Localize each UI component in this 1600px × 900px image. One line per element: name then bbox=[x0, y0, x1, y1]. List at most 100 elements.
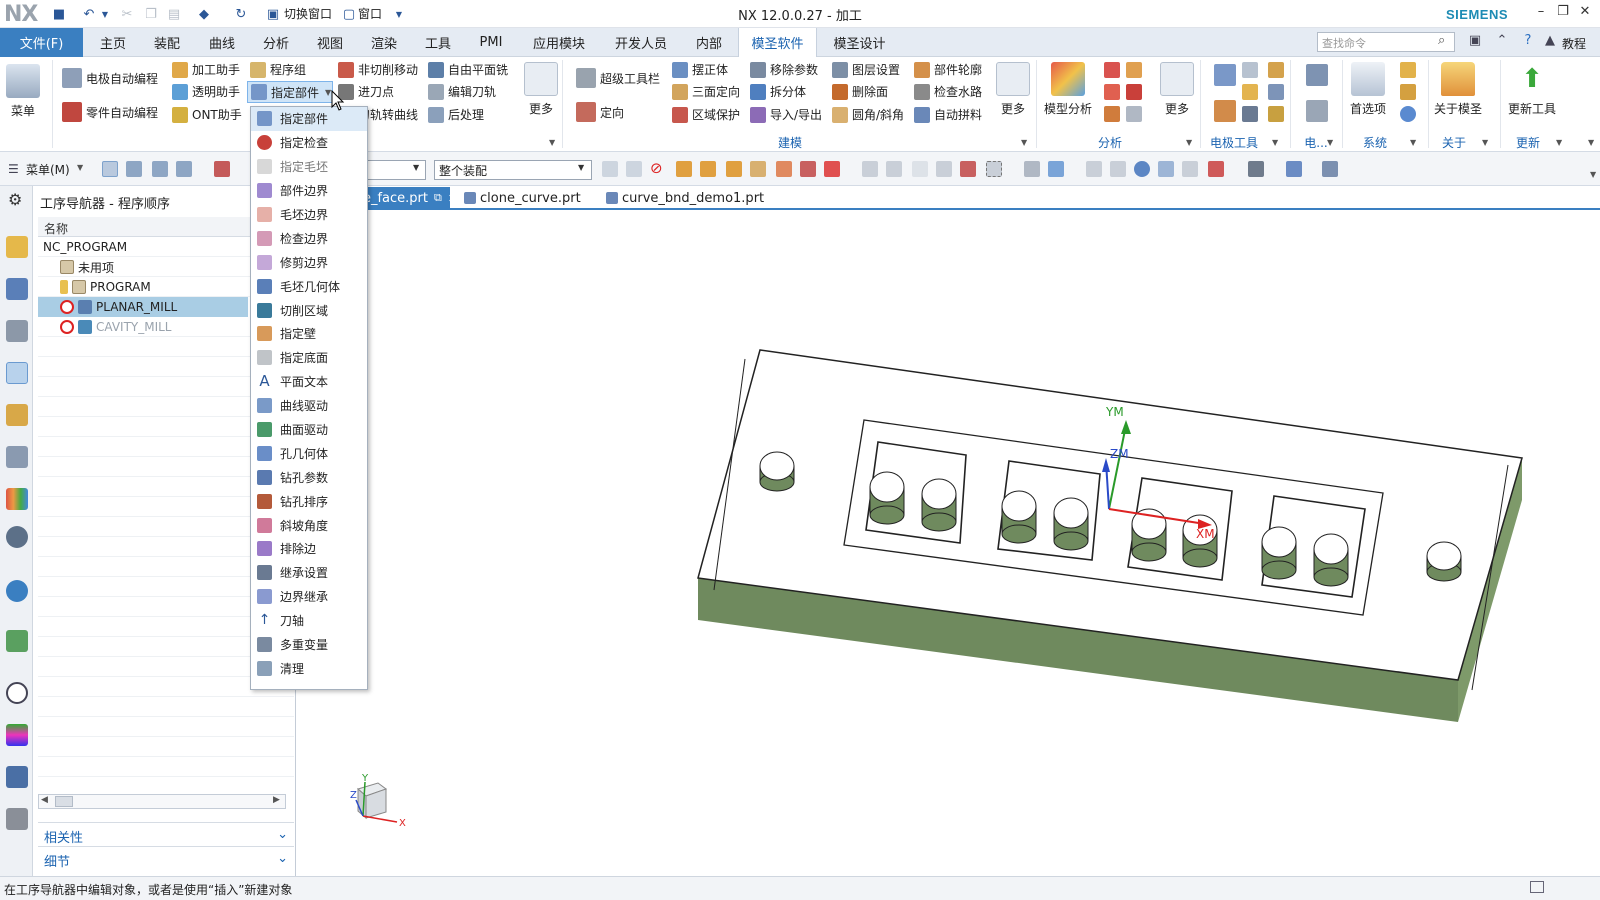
part-outline-button[interactable]: 部件轮廓 bbox=[914, 61, 982, 78]
file-menu[interactable]: 文件(F) bbox=[0, 28, 83, 57]
tree-row-cavity-mill[interactable]: CAVITY_MILL bbox=[38, 317, 248, 337]
electrode-tool-icon[interactable] bbox=[1242, 106, 1258, 122]
switch-window-button[interactable]: 切换窗口 bbox=[284, 5, 332, 22]
tree-row-nc-program[interactable]: NC_PROGRAM bbox=[38, 237, 248, 257]
group-dropdown-icon[interactable]: ▼ bbox=[1021, 138, 1027, 147]
scroll-left-icon[interactable]: ◀ bbox=[41, 795, 48, 805]
snap-point-icon[interactable] bbox=[912, 161, 928, 177]
more-button-1[interactable]: 更多 bbox=[524, 62, 558, 117]
menu-item-blank-boundary[interactable]: 毛坯边界 bbox=[251, 203, 367, 227]
view-tool-icon[interactable] bbox=[1322, 161, 1338, 177]
snap-point-icon[interactable] bbox=[676, 161, 692, 177]
tab-assembly[interactable]: 装配 bbox=[141, 28, 193, 57]
undo-dropdown-icon[interactable]: ▼ bbox=[96, 5, 114, 23]
menu-item-specify-blank[interactable]: 指定毛坯 bbox=[251, 155, 367, 179]
super-toolbar-button[interactable]: 超级工具栏 bbox=[576, 68, 660, 88]
view-tool-icon[interactable] bbox=[1024, 161, 1040, 177]
electrode-tool-icon[interactable] bbox=[1214, 100, 1236, 122]
preferences-button[interactable]: 首选项 bbox=[1350, 62, 1386, 117]
graphics-viewport[interactable]: YM ZM XM X Y Z bbox=[297, 212, 1600, 876]
paste-icon[interactable]: ▤ bbox=[165, 5, 183, 23]
select-mode-icon[interactable] bbox=[126, 161, 142, 177]
tab-view[interactable]: 视图 bbox=[304, 28, 356, 57]
role-icon[interactable] bbox=[6, 724, 28, 746]
command-search-input[interactable]: 查找命令 bbox=[1317, 32, 1455, 52]
menu-item-drill-sequence[interactable]: 钻孔排序 bbox=[251, 489, 367, 513]
scope-dropdown-icon[interactable]: ▼ bbox=[578, 163, 584, 172]
more-button-2[interactable]: 更多 bbox=[996, 62, 1030, 117]
tutorial-label[interactable]: 教程 bbox=[1562, 35, 1586, 52]
switch-window-icon[interactable]: ▣ bbox=[264, 5, 282, 23]
toolbar-options-icon[interactable]: ▼ bbox=[1590, 170, 1596, 179]
menu-item-curve-drive[interactable]: 曲线驱动 bbox=[251, 394, 367, 418]
view-tool-icon[interactable] bbox=[1086, 161, 1102, 177]
orient-button[interactable]: 定向 bbox=[576, 102, 624, 122]
rotate-icon[interactable] bbox=[1134, 161, 1150, 177]
toolbar-menu-button[interactable]: 菜单(M) bbox=[26, 161, 70, 178]
menu-big-button[interactable]: 菜单 bbox=[6, 64, 40, 119]
menu-item-tool-axis[interactable]: ↑ 刀轴 bbox=[251, 609, 367, 633]
electrode-tool-icon[interactable] bbox=[1268, 62, 1284, 78]
three-face-orient-button[interactable]: 三面定向 bbox=[672, 83, 740, 100]
menu-item-hole-geometry[interactable]: 孔几何体 bbox=[251, 441, 367, 465]
select-mode-icon[interactable] bbox=[152, 161, 168, 177]
auto-stock-button[interactable]: 自动拼料 bbox=[914, 106, 982, 123]
snap-point-icon[interactable] bbox=[776, 161, 792, 177]
view-tool-icon[interactable] bbox=[1048, 161, 1064, 177]
view-tool-icon[interactable] bbox=[1248, 161, 1264, 177]
tab-application[interactable]: 应用模块 bbox=[524, 28, 594, 57]
region-protect-button[interactable]: 区域保护 bbox=[672, 106, 740, 123]
restore-icon[interactable]: ❐ bbox=[1552, 4, 1574, 24]
filter-tool-icon[interactable] bbox=[602, 161, 618, 177]
web-browser-icon[interactable] bbox=[6, 630, 28, 652]
tutorial-icon[interactable]: ▲ bbox=[1541, 33, 1559, 51]
menu-item-check-boundary[interactable]: 检查边界 bbox=[251, 226, 367, 250]
menu-item-multi-variable[interactable]: 多重变量 bbox=[251, 633, 367, 657]
tab-developer[interactable]: 开发人员 bbox=[606, 28, 676, 57]
fullscreen-icon[interactable] bbox=[1530, 881, 1544, 893]
doc-tab-curve-bnd-demo1[interactable]: curve_bnd_demo1.prt bbox=[600, 187, 770, 209]
menu-item-specify-part[interactable]: 指定部件 bbox=[251, 107, 367, 131]
tab-tools[interactable]: 工具 bbox=[412, 28, 464, 57]
info-icon[interactable] bbox=[6, 580, 28, 602]
horizontal-scrollbar[interactable]: ◀ ▶ bbox=[38, 794, 286, 809]
electrode-tool-icon[interactable] bbox=[1242, 84, 1258, 100]
assembly-navigator-icon[interactable] bbox=[6, 278, 28, 300]
electrode-tool-icon[interactable] bbox=[1268, 84, 1284, 100]
menu-item-part-boundary[interactable]: 部件边界 bbox=[251, 179, 367, 203]
group-dropdown-icon[interactable]: ▼ bbox=[1272, 138, 1278, 147]
view-tool-icon[interactable] bbox=[1158, 161, 1174, 177]
tab-internal[interactable]: 内部 bbox=[684, 28, 734, 57]
measure-icon[interactable] bbox=[1126, 62, 1142, 78]
help-icon[interactable] bbox=[1400, 106, 1416, 122]
snap-point-icon[interactable] bbox=[986, 161, 1002, 177]
window-dropdown-icon[interactable]: ▼ bbox=[390, 5, 408, 23]
menu-item-drill-params[interactable]: 钻孔参数 bbox=[251, 465, 367, 489]
lock-icon[interactable] bbox=[1400, 84, 1416, 100]
fillet-chamfer-button[interactable]: 圆角/斜角 bbox=[832, 106, 904, 123]
filter-dropdown-icon[interactable]: ▼ bbox=[413, 163, 419, 172]
mass-icon[interactable] bbox=[1104, 62, 1120, 78]
snap-point-icon[interactable] bbox=[886, 161, 902, 177]
non-cutting-moves-button[interactable]: 非切削移动 bbox=[338, 61, 418, 78]
view-tool-icon[interactable] bbox=[1182, 161, 1198, 177]
delete-face-button[interactable]: 删除面 bbox=[832, 83, 888, 100]
check-waterway-button[interactable]: 检查水路 bbox=[914, 83, 982, 100]
search-icon[interactable]: ⌕ bbox=[1438, 33, 1445, 48]
tab-analysis[interactable]: 分析 bbox=[250, 28, 302, 57]
snap-point-icon[interactable] bbox=[750, 161, 766, 177]
menu-item-planar-text[interactable]: A 平面文本 bbox=[251, 370, 367, 394]
electrode-tool-icon[interactable] bbox=[1214, 64, 1236, 86]
split-body-button[interactable]: 拆分体 bbox=[750, 83, 806, 100]
group-dropdown-icon[interactable]: ▼ bbox=[1482, 138, 1488, 147]
tab-mosheng-software[interactable]: 模圣软件 bbox=[738, 28, 817, 57]
electrode-tool-icon[interactable] bbox=[1268, 106, 1284, 122]
tab-home[interactable]: 主页 bbox=[88, 28, 138, 57]
deselect-all-icon[interactable]: ⊘ bbox=[650, 159, 663, 177]
edit-toolpath-button[interactable]: 编辑刀轨 bbox=[428, 83, 496, 100]
scrollbar-thumb[interactable] bbox=[55, 796, 73, 807]
about-mosheng-button[interactable]: 关于模圣 bbox=[1434, 62, 1482, 117]
system-icon[interactable] bbox=[1400, 62, 1416, 78]
group-dropdown-icon[interactable]: ▼ bbox=[1327, 138, 1333, 147]
part-icon[interactable]: ◆ bbox=[195, 5, 213, 23]
